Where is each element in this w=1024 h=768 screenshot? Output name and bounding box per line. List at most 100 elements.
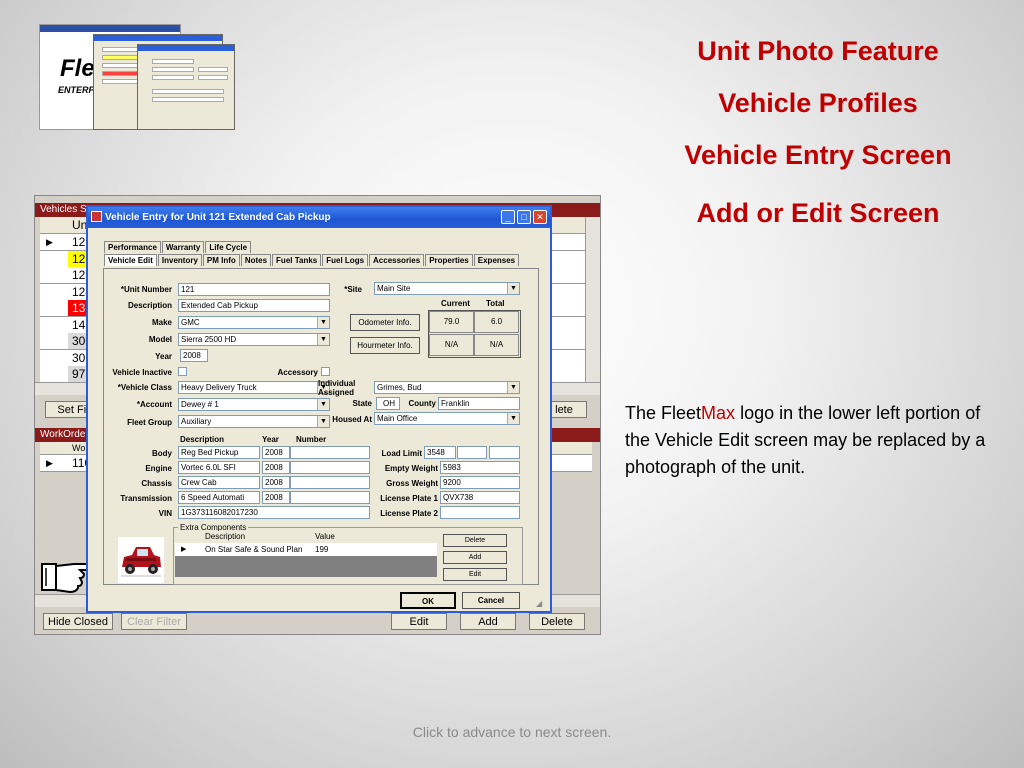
slide-footer: Click to advance to next screen. bbox=[412, 724, 612, 740]
chassis-year-input[interactable]: 2008 bbox=[262, 476, 290, 489]
extra-component-row[interactable]: ▶ On Star Safe & Sound Plan 199 bbox=[175, 543, 437, 556]
county-input[interactable]: Franklin bbox=[438, 397, 520, 410]
description-input[interactable]: Extended Cab Pickup bbox=[178, 299, 330, 312]
slide-caption: The FleetMax logo in the lower left port… bbox=[625, 400, 995, 481]
load-limit-input[interactable]: 3548 bbox=[424, 446, 456, 459]
edit-workorder-button[interactable]: Edit bbox=[391, 613, 447, 630]
component-year-header: Year bbox=[262, 435, 279, 444]
site-select[interactable]: Main Site ▼ bbox=[374, 282, 520, 295]
extra-components-grid: Description Value ▶ On Star Safe & Sound… bbox=[175, 531, 437, 577]
assigned-value: Grimes, Bud bbox=[377, 383, 422, 392]
assigned-label-line: Assigned bbox=[318, 388, 355, 397]
vehicles-grid-scrollbar[interactable] bbox=[585, 217, 600, 382]
fleet-group-select[interactable]: Auxiliary ▼ bbox=[178, 415, 330, 428]
year-input[interactable]: 2008 bbox=[180, 349, 208, 362]
hourmeter-info-button[interactable]: Hourmeter Info. bbox=[350, 337, 420, 354]
tab-pm-info[interactable]: PM Info bbox=[202, 254, 240, 266]
tab-properties[interactable]: Properties bbox=[425, 254, 473, 266]
tab-notes[interactable]: Notes bbox=[240, 254, 272, 266]
tab-life-cycle[interactable]: Life Cycle bbox=[205, 241, 252, 253]
state-input[interactable]: OH bbox=[376, 397, 400, 410]
gross-weight-input[interactable]: 9200 bbox=[440, 476, 520, 489]
chevron-down-icon[interactable]: ▼ bbox=[507, 382, 519, 393]
tab-fuel-logs[interactable]: Fuel Logs bbox=[322, 254, 369, 266]
tab-accessories[interactable]: Accessories bbox=[369, 254, 425, 266]
chevron-down-icon[interactable]: ▼ bbox=[507, 413, 519, 424]
year-label: Year bbox=[155, 352, 172, 361]
individual-label-line: Individual bbox=[318, 379, 356, 388]
account-select[interactable]: Dewey # 1 ▼ bbox=[178, 398, 330, 411]
chevron-down-icon[interactable]: ▼ bbox=[507, 283, 519, 294]
body-year-input[interactable]: 2008 bbox=[262, 446, 290, 459]
engine-year-input[interactable]: 2008 bbox=[262, 461, 290, 474]
minimize-icon[interactable]: _ bbox=[501, 210, 515, 224]
tab-fuel-tanks[interactable]: Fuel Tanks bbox=[272, 254, 322, 266]
individual-assigned-label: Individual Assigned bbox=[318, 379, 372, 397]
description-label: Description bbox=[127, 301, 172, 310]
cancel-button[interactable]: Cancel bbox=[462, 592, 520, 609]
component-description-header: Description bbox=[180, 435, 225, 444]
clear-filter-button[interactable]: Clear Filter bbox=[121, 613, 187, 630]
close-icon[interactable]: ✕ bbox=[533, 210, 547, 224]
total-header: Total bbox=[486, 299, 505, 308]
empty-weight-input[interactable]: 5983 bbox=[440, 461, 520, 474]
housed-at-select[interactable]: Main Office ▼ bbox=[374, 412, 520, 425]
license-plate-2-label: License Plate 2 bbox=[380, 509, 438, 518]
hide-closed-button[interactable]: Hide Closed bbox=[43, 613, 113, 630]
slide-title-1: Unit Photo Feature bbox=[697, 36, 939, 66]
vehicle-inactive-checkbox[interactable] bbox=[178, 367, 187, 376]
vin-input[interactable]: 1G373116082017230 bbox=[178, 506, 370, 519]
load-limit-extra-2[interactable] bbox=[489, 446, 520, 459]
tab-row-2: Vehicle Edit Inventory PM Info Notes Fuel Ta… bbox=[104, 254, 520, 266]
engine-description-input[interactable]: Vortec 6.0L SFI bbox=[178, 461, 260, 474]
tab-vehicle-edit[interactable]: Vehicle Edit bbox=[104, 254, 157, 266]
license-plate-2-input[interactable] bbox=[440, 506, 520, 519]
site-label: *Site bbox=[344, 285, 362, 294]
accessory-label: Accessory bbox=[277, 368, 318, 377]
slide-title-3: Vehicle Entry Screen bbox=[684, 140, 952, 170]
unit-number-input[interactable]: 121 bbox=[178, 283, 330, 296]
vehicle-class-select[interactable]: Heavy Delivery Truck ▼ bbox=[178, 381, 330, 394]
caption-prefix: The Fleet bbox=[625, 403, 702, 423]
delete-workorder-button[interactable]: Delete bbox=[529, 613, 585, 630]
ec-delete-button[interactable]: Delete bbox=[443, 534, 507, 547]
chassis-description-input[interactable]: Crew Cab bbox=[178, 476, 260, 489]
ec-edit-button[interactable]: Edit bbox=[443, 568, 507, 581]
extra-components-header: Description Value bbox=[175, 531, 437, 543]
resize-grip-icon[interactable]: ◢ bbox=[536, 599, 548, 611]
tab-expenses[interactable]: Expenses bbox=[473, 254, 520, 266]
engine-label: Engine bbox=[145, 464, 172, 473]
unit-number-label: *Unit Number bbox=[120, 285, 172, 294]
chevron-down-icon[interactable]: ▼ bbox=[317, 334, 329, 345]
ec-row-description: On Star Safe & Sound Plan bbox=[205, 545, 303, 554]
body-label: Body bbox=[152, 449, 172, 458]
account-value: Dewey # 1 bbox=[181, 400, 219, 409]
model-select[interactable]: Sierra 2500 HD ▼ bbox=[178, 333, 330, 346]
accessory-checkbox[interactable] bbox=[321, 367, 330, 376]
tab-warranty[interactable]: Warranty bbox=[161, 241, 205, 253]
make-select[interactable]: GMC ▼ bbox=[178, 316, 330, 329]
fleet-group-value: Auxiliary bbox=[181, 417, 212, 426]
chevron-down-icon[interactable]: ▼ bbox=[317, 399, 329, 410]
body-description-input[interactable]: Reg Bed Pickup bbox=[178, 446, 260, 459]
license-plate-1-input[interactable]: QVX738 bbox=[440, 491, 520, 504]
slide-title-4: Add or Edit Screen bbox=[696, 198, 940, 228]
model-value: Sierra 2500 HD bbox=[181, 335, 237, 344]
assigned-select[interactable]: Grimes, Bud ▼ bbox=[374, 381, 520, 394]
tab-inventory[interactable]: Inventory bbox=[157, 254, 202, 266]
maximize-icon[interactable]: □ bbox=[517, 210, 531, 224]
vehicle-entry-dialog: Vehicle Entry for Unit 121 Extended Cab … bbox=[86, 205, 552, 613]
odometer-current: 79.0 bbox=[429, 311, 474, 333]
ok-button[interactable]: OK bbox=[400, 592, 456, 609]
tab-performance[interactable]: Performance bbox=[104, 241, 161, 253]
chevron-down-icon[interactable]: ▼ bbox=[317, 317, 329, 328]
vehicle-class-value: Heavy Delivery Truck bbox=[181, 383, 257, 392]
ec-add-button[interactable]: Add bbox=[443, 551, 507, 564]
load-limit-extra-1[interactable] bbox=[457, 446, 487, 459]
add-workorder-button[interactable]: Add bbox=[460, 613, 516, 630]
transmission-description-input[interactable]: 6 Speed Automati bbox=[178, 491, 260, 504]
transmission-year-input[interactable]: 2008 bbox=[262, 491, 290, 504]
housed-at-value: Main Office bbox=[377, 414, 418, 423]
odometer-info-button[interactable]: Odometer Info. bbox=[350, 314, 420, 331]
ec-description-header: Description bbox=[205, 532, 246, 541]
